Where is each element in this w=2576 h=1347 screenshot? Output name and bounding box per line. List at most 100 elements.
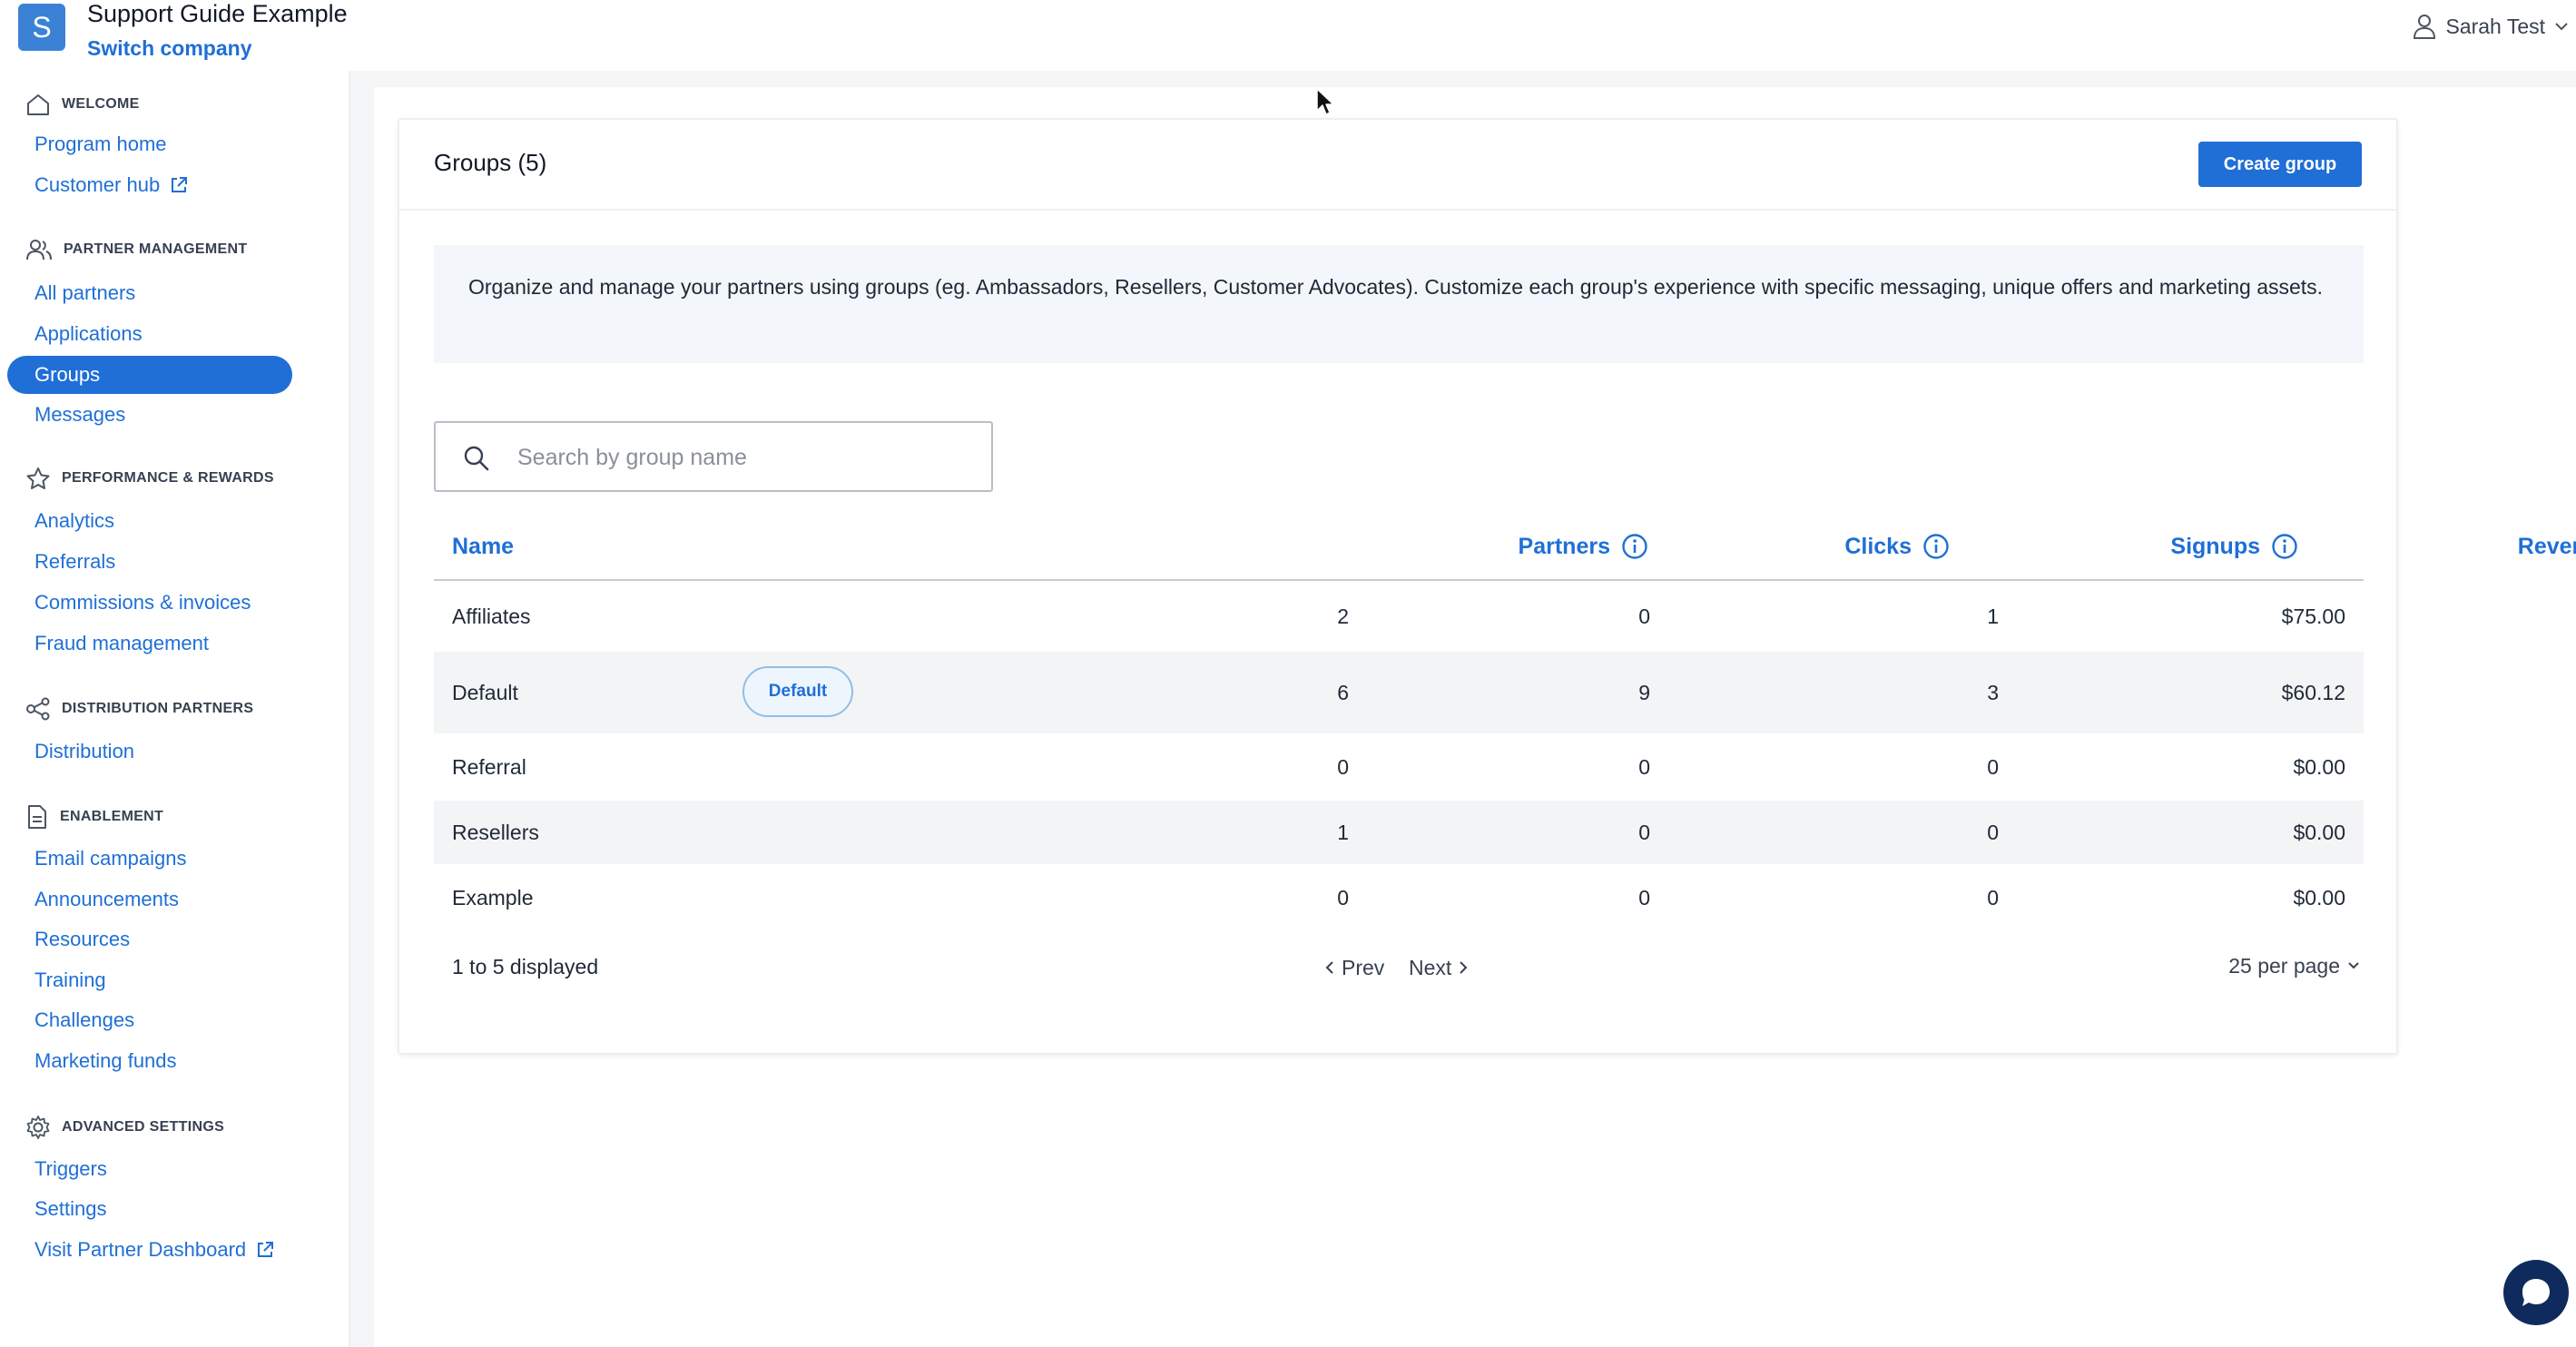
- sidebar-item-label: Referrals: [34, 550, 116, 573]
- sidebar-item-label: Settings: [34, 1197, 107, 1220]
- sidebar-item-label: Triggers: [34, 1157, 107, 1180]
- sidebar-item-analytics[interactable]: Analytics: [7, 502, 292, 540]
- table-row[interactable]: Referral 0 0 0 $0.00: [434, 733, 2364, 801]
- column-header-name[interactable]: Name: [452, 528, 514, 565]
- sidebar-section-label: ENABLEMENT: [60, 809, 164, 824]
- sidebar-item-program-home[interactable]: Program home: [7, 125, 292, 163]
- cell-name: Referral: [452, 754, 526, 779]
- cell-partners: 0: [1337, 885, 1349, 909]
- sidebar-item-label: Visit Partner Dashboard: [34, 1238, 247, 1261]
- app-title: Support Guide Example: [87, 0, 348, 27]
- sidebar-item-label: Email campaigns: [34, 847, 187, 870]
- sidebar-item-label: All partners: [34, 281, 136, 304]
- sidebar-item-label: Customer hub: [34, 173, 161, 196]
- page-title: Groups (5): [434, 149, 547, 176]
- sidebar-item-all-partners[interactable]: All partners: [7, 274, 292, 312]
- per-page-label: 25 per page: [2228, 953, 2340, 978]
- cell-clicks: 0: [1638, 820, 1650, 844]
- next-label: Next: [1409, 955, 1452, 979]
- sidebar-section-performance-rewards: PERFORMANCE & REWARDS: [25, 467, 274, 490]
- cell-name: Example: [452, 885, 534, 909]
- cell-revenue: $0.00: [2293, 754, 2345, 779]
- per-page-select[interactable]: 25 per page: [2228, 951, 2360, 980]
- info-icon[interactable]: [1621, 533, 1648, 560]
- sidebar-item-settings[interactable]: Settings: [7, 1190, 292, 1228]
- sidebar-item-fraud-management[interactable]: Fraud management: [7, 624, 292, 663]
- column-header-partners[interactable]: Partners: [1519, 528, 1648, 565]
- sidebar-item-label: Resources: [34, 928, 131, 950]
- search-input[interactable]: [516, 436, 969, 479]
- info-icon[interactable]: [2271, 533, 2298, 560]
- sidebar-section-enablement: ENABLEMENT: [25, 804, 163, 830]
- cell-signups: 0: [1987, 820, 1999, 844]
- table-row[interactable]: Resellers 1 0 0 $0.00: [434, 801, 2364, 864]
- sidebar-item-messages[interactable]: Messages: [7, 396, 292, 434]
- info-banner: Organize and manage your partners using …: [434, 245, 2364, 363]
- next-page-button[interactable]: Next: [1409, 953, 1468, 982]
- sidebar-item-referrals[interactable]: Referrals: [7, 543, 292, 581]
- column-header-revenue[interactable]: Revenue: [2518, 528, 2576, 565]
- company-logo[interactable]: S: [18, 4, 65, 51]
- sidebar-item-marketing-funds[interactable]: Marketing funds: [7, 1042, 292, 1080]
- cell-partners: 6: [1337, 680, 1349, 704]
- sidebar-item-groups[interactable]: Groups: [7, 356, 292, 394]
- switch-company-link[interactable]: Switch company: [87, 36, 251, 61]
- column-header-label: Revenue: [2517, 533, 2576, 559]
- column-header-signups[interactable]: Signups: [2170, 528, 2298, 565]
- sidebar-item-label: Marketing funds: [34, 1049, 177, 1072]
- sidebar-item-commissions-invoices[interactable]: Commissions & invoices: [7, 584, 292, 622]
- sidebar-item-announcements[interactable]: Announcements: [7, 880, 292, 919]
- sidebar-item-label: Training: [34, 968, 106, 991]
- sidebar-item-resources[interactable]: Resources: [7, 920, 292, 959]
- sidebar-item-triggers[interactable]: Triggers: [7, 1150, 292, 1188]
- sidebar-section-label: ADVANCED SETTINGS: [62, 1119, 225, 1135]
- table-row[interactable]: Affiliates 2 0 1 $75.00: [434, 581, 2364, 652]
- sidebar-item-email-campaigns[interactable]: Email campaigns: [7, 840, 292, 878]
- user-icon: [2413, 14, 2436, 39]
- star-icon: [25, 467, 51, 490]
- cell-signups: 0: [1987, 754, 1999, 779]
- cell-name: Resellers: [452, 820, 539, 844]
- sidebar-item-label: Groups: [34, 363, 101, 386]
- sidebar-item-distribution[interactable]: Distribution: [7, 732, 292, 771]
- cell-clicks: 0: [1638, 885, 1650, 909]
- column-header-label: Name: [452, 533, 515, 559]
- prev-page-button[interactable]: Prev: [1325, 953, 1384, 982]
- card-header: Groups (5) Create group: [399, 120, 2396, 211]
- sidebar-section-distribution-partners: DISTRIBUTION PARTNERS: [25, 697, 253, 721]
- document-icon: [25, 804, 49, 830]
- gear-icon: [25, 1115, 51, 1140]
- external-link-icon: [169, 175, 189, 195]
- sidebar-item-applications[interactable]: Applications: [7, 315, 292, 353]
- user-name: Sarah Test: [2445, 14, 2545, 38]
- groups-card: Groups (5) Create group Organize and man…: [398, 118, 2576, 1055]
- sidebar-item-visit-partner-dashboard[interactable]: Visit Partner Dashboard: [7, 1231, 292, 1269]
- user-menu[interactable]: Sarah Test: [2413, 11, 2576, 42]
- chat-widget-button[interactable]: [2503, 1260, 2569, 1325]
- chevron-down-icon: [2554, 21, 2569, 32]
- sidebar-item-training[interactable]: Training: [7, 961, 292, 999]
- sidebar-item-label: Analytics: [34, 509, 115, 532]
- sidebar-item-label: Program home: [34, 133, 167, 155]
- sidebar-item-challenges[interactable]: Challenges: [7, 1001, 292, 1039]
- table-row[interactable]: Example 0 0 0 $0.00: [434, 864, 2364, 931]
- sidebar-section-partner-management: PARTNER MANAGEMENT: [25, 238, 247, 261]
- create-group-button[interactable]: Create group: [2198, 142, 2362, 187]
- cell-partners: 0: [1337, 754, 1349, 779]
- display-count: 1 to 5 displayed: [452, 955, 599, 978]
- chat-bubble-icon: [2518, 1274, 2554, 1311]
- sidebar-item-customer-hub[interactable]: Customer hub: [7, 166, 292, 204]
- column-header-clicks[interactable]: Clicks: [1844, 528, 1950, 565]
- table-row[interactable]: Default Default 6 9 3 $60.12: [434, 652, 2364, 733]
- column-header-label: Partners: [1518, 533, 1610, 559]
- search-box: [434, 421, 993, 492]
- cell-clicks: 0: [1638, 754, 1650, 779]
- sidebar-section-advanced-settings: ADVANCED SETTINGS: [25, 1115, 224, 1140]
- sidebar-section-label: PERFORMANCE & REWARDS: [62, 470, 274, 486]
- info-icon[interactable]: [1922, 533, 1950, 560]
- sidebar-item-label: Distribution: [34, 740, 135, 762]
- cell-revenue: $0.00: [2293, 820, 2345, 844]
- prev-label: Prev: [1342, 955, 1385, 979]
- cell-signups: 1: [1987, 604, 1999, 628]
- sidebar: WELCOME Program home Customer hub PARTNE…: [0, 71, 350, 1347]
